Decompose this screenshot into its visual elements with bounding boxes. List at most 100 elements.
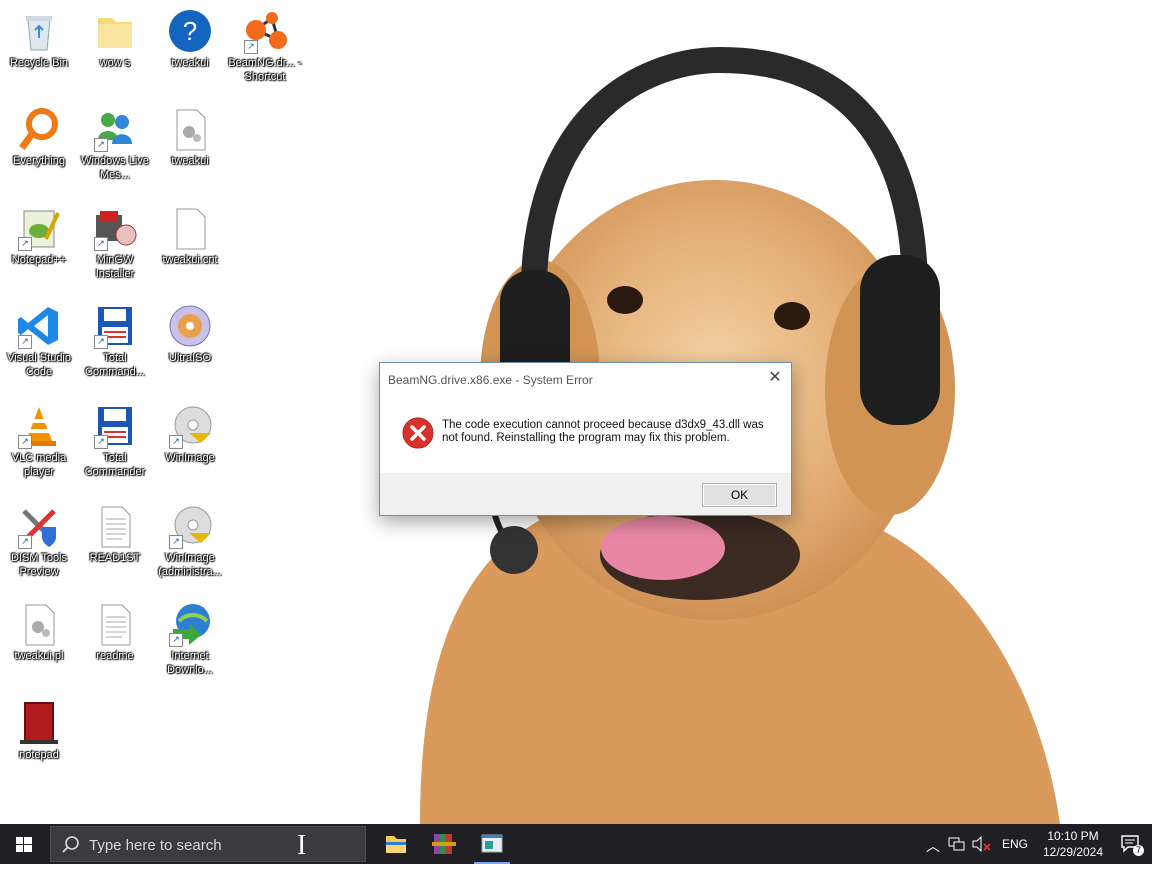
start-button[interactable]	[0, 824, 48, 864]
desktop-icon-tweakui-settings[interactable]: tweakui	[153, 106, 227, 168]
app-window-icon	[481, 834, 503, 853]
recycle-bin-icon	[16, 8, 62, 54]
desktop-icon-tweakui-pl[interactable]: tweakui.pl	[2, 601, 76, 663]
icon-label: readme	[96, 650, 134, 662]
dialog-body: The code execution cannot proceed becaus…	[380, 395, 791, 471]
dialog-title: BeamNG.drive.x86.exe - System Error	[388, 373, 593, 387]
close-icon[interactable]: ✕	[759, 363, 791, 393]
shortcut-arrow-icon: ↗	[244, 40, 258, 54]
icon-label: Visual Studio Code	[6, 352, 71, 378]
clock[interactable]: 10:10 PM 12/29/2024	[1038, 828, 1108, 860]
help-question-icon: ?	[167, 8, 213, 54]
language-indicator[interactable]: ENG	[1002, 837, 1028, 851]
icon-label: Notepad++	[11, 254, 67, 266]
desktop-icon-mingw-installer[interactable]: ↗ MinGW Installer	[78, 205, 152, 281]
icon-label: Total Commander	[84, 452, 146, 478]
taskbar-search-box[interactable]: Type here to search I	[50, 826, 366, 862]
desktop-icon-wow-s[interactable]: wow s	[78, 8, 152, 70]
icon-label: MinGW Installer	[95, 254, 135, 280]
desktop-icon-windows-live-messenger[interactable]: ↗ Windows Live Mes...	[78, 106, 152, 182]
system-tray: ︿ ENG 10:10 PM 12/29/2024 7	[922, 824, 1152, 864]
windows-logo-icon	[16, 837, 32, 852]
shortcut-arrow-icon: ↗	[169, 435, 183, 449]
chevron-up-icon[interactable]: ︿	[926, 836, 940, 856]
folder-icon	[92, 8, 138, 54]
taskbar: Type here to search I ︿ ENG 10:10 PM 12/…	[0, 824, 1152, 864]
icon-label: WinImage	[165, 452, 215, 464]
shortcut-arrow-icon: ↗	[18, 335, 32, 349]
vscode-icon: ↗	[16, 303, 62, 349]
icon-label: tweakui.cnt	[162, 254, 218, 266]
settings-file-icon	[16, 601, 62, 647]
system-error-dialog: BeamNG.drive.x86.exe - System Error ✕ Th…	[379, 362, 792, 516]
notification-count-badge: 7	[1132, 845, 1144, 856]
desktop-icon-winimage-admin[interactable]: ↗ WinImage (administra...	[153, 503, 227, 579]
desktop-icon-total-commander[interactable]: ↗ Total Commander	[78, 403, 152, 479]
icon-label: tweakui.pl	[14, 650, 64, 662]
icon-label: UltraISO	[168, 352, 212, 364]
desktop-icon-vlc[interactable]: ↗ VLC media player	[2, 403, 76, 479]
desktop-icon-total-commander-64[interactable]: ↗ Total Command...	[78, 303, 152, 379]
folder-icon	[386, 836, 406, 853]
desktop-icon-tweakui-help[interactable]: ? tweakui	[153, 8, 227, 70]
icon-label: Recycle Bin	[9, 57, 69, 69]
text-document-icon	[92, 503, 138, 549]
archive-books-icon	[432, 834, 456, 854]
ok-button[interactable]: OK	[702, 483, 777, 507]
clock-time: 10:10 PM	[1047, 829, 1099, 843]
desktop-icon-notepad[interactable]: notepad	[2, 700, 76, 762]
dialog-footer: OK	[380, 473, 791, 515]
disc-icon	[167, 303, 213, 349]
desktop-icon-tweakui-cnt[interactable]: tweakui.cnt	[153, 205, 227, 267]
error-icon	[402, 417, 434, 454]
volume-muted-icon[interactable]	[972, 835, 992, 855]
clock-date: 12/29/2024	[1042, 845, 1104, 859]
text-cursor-icon: I	[297, 830, 307, 861]
taskbar-winrar[interactable]	[420, 824, 468, 864]
icon-label: tweakui	[171, 57, 209, 69]
text-document-icon	[92, 601, 138, 647]
taskbar-active-app[interactable]	[468, 824, 516, 864]
desktop-icon-recycle-bin[interactable]: Recycle Bin	[2, 8, 76, 70]
taskbar-file-explorer[interactable]	[372, 824, 420, 864]
icon-label: DISM Tools Preview	[10, 552, 68, 578]
desktop-icon-internet-download-manager[interactable]: ↗ Internet Downlo...	[153, 601, 227, 677]
svg-text:?: ?	[183, 16, 197, 46]
shortcut-arrow-icon: ↗	[169, 633, 183, 647]
messenger-people-icon: ↗	[92, 106, 138, 152]
dialog-titlebar[interactable]: BeamNG.drive.x86.exe - System Error ✕	[380, 363, 791, 395]
search-icon	[62, 836, 79, 853]
desktop-icon-dism-tools[interactable]: ↗ DISM Tools Preview	[2, 503, 76, 579]
winimage-disc-icon: ↗	[167, 403, 213, 449]
tools-shield-icon: ↗	[16, 503, 62, 549]
icon-label: Windows Live Mes...	[81, 155, 149, 181]
icon-label: notepad	[19, 749, 59, 761]
magnifier-icon	[16, 106, 62, 152]
shortcut-arrow-icon: ↗	[94, 435, 108, 449]
vlc-cone-icon: ↗	[16, 403, 62, 449]
network-icon[interactable]	[948, 836, 966, 855]
desktop-icon-winimage[interactable]: ↗ WinImage	[153, 403, 227, 465]
floppy-disk-icon: ↗	[92, 403, 138, 449]
error-message: The code execution cannot proceed becaus…	[442, 419, 764, 444]
desktop-icon-ultraiso[interactable]: UltraISO	[153, 303, 227, 365]
desktop-icon-vscode[interactable]: ↗ Visual Studio Code	[2, 303, 76, 379]
notepad-app-icon	[16, 700, 62, 746]
shortcut-arrow-icon: ↗	[18, 435, 32, 449]
floppy-disk-icon: ↗	[92, 303, 138, 349]
desktop-icon-readme[interactable]: readme	[78, 601, 152, 663]
icon-label: Everything	[13, 155, 65, 167]
shortcut-arrow-icon: ↗	[94, 138, 108, 152]
desktop-icon-beamng-shortcut[interactable]: ↗ BeamNG.dr... - Shortcut	[228, 8, 302, 84]
icon-label: tweakui	[171, 155, 209, 167]
desktop-icon-notepadpp[interactable]: ↗ Notepad++	[2, 205, 76, 267]
beamng-icon: ↗	[242, 8, 288, 54]
desktop-icon-everything[interactable]: Everything	[2, 106, 76, 168]
globe-download-icon: ↗	[167, 601, 213, 647]
shortcut-arrow-icon: ↗	[94, 237, 108, 251]
installer-icon: ↗	[92, 205, 138, 251]
notification-center-icon[interactable]: 7	[1120, 834, 1144, 856]
search-placeholder: Type here to search	[89, 837, 222, 854]
shortcut-arrow-icon: ↗	[94, 335, 108, 349]
desktop-icon-read1st[interactable]: READ1ST	[78, 503, 152, 565]
